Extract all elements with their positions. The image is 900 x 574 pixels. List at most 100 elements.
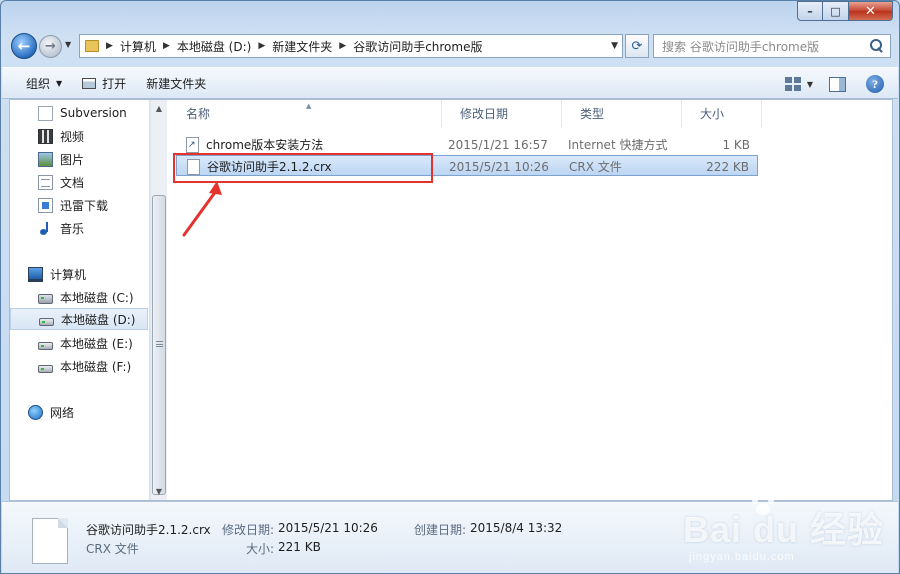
- search-placeholder[interactable]: 搜索 谷歌访问助手chrome版: [662, 38, 870, 55]
- scrollbar-thumb[interactable]: [152, 195, 166, 495]
- maximize-icon: □: [830, 4, 841, 18]
- navigation-scrollbar[interactable]: ▲ ▼: [150, 100, 167, 500]
- music-library-icon: [38, 221, 53, 236]
- file-name: chrome版本安装方法: [206, 138, 324, 152]
- close-button[interactable]: ✕: [849, 1, 893, 21]
- sidebar-item-drive-f[interactable]: 本地磁盘 (F:): [10, 355, 148, 377]
- details-file-name: 谷歌访问助手2.1.2.crx: [86, 523, 211, 537]
- help-icon[interactable]: ?: [866, 75, 884, 93]
- details-modified-value: 2015/5/21 10:26: [278, 521, 378, 535]
- details-created-value: 2015/8/4 13:32: [470, 521, 563, 535]
- sidebar-item-videos[interactable]: 视频: [10, 125, 148, 147]
- sidebar-item-label: 本地磁盘 (F:): [60, 359, 132, 374]
- scroll-up-icon[interactable]: ▲: [151, 100, 167, 117]
- annotation-highlight-box: [173, 153, 433, 183]
- address-row: ← → ▼ ▶ 计算机 ▶ 本地磁盘 (D:) ▶ 新建文件夹 ▶ 谷歌访问助手…: [9, 31, 893, 61]
- sidebar-item-label: 迅雷下载: [60, 198, 109, 213]
- sidebar-item-label: 计算机: [50, 267, 87, 282]
- dropdown-arrow-icon: ▼: [56, 78, 63, 88]
- sidebar-item-subversion[interactable]: Subversion: [10, 102, 148, 124]
- view-controls: ▼ ?: [784, 68, 884, 100]
- column-type[interactable]: 类型: [562, 100, 682, 127]
- breadcrumb-current-folder[interactable]: 谷歌访问助手chrome版: [353, 38, 482, 55]
- file-modified: 2015/1/21 16:57: [448, 137, 548, 152]
- subversion-icon: [38, 105, 53, 121]
- column-modified[interactable]: 修改日期: [442, 100, 562, 127]
- file-size: 222 KB: [706, 159, 749, 174]
- drive-icon: [38, 364, 53, 373]
- details-file-type: CRX 文件: [86, 542, 139, 556]
- sidebar-item-drive-d[interactable]: 本地磁盘 (D:): [10, 308, 148, 330]
- file-name-cell: chrome版本安装方法: [186, 134, 323, 155]
- address-bar[interactable]: ▶ 计算机 ▶ 本地磁盘 (D:) ▶ 新建文件夹 ▶ 谷歌访问助手chrome…: [79, 34, 623, 58]
- sidebar-item-label: 网络: [50, 405, 75, 420]
- breadcrumb-chevron-icon[interactable]: ▶: [258, 41, 265, 51]
- back-arrow-icon: ←: [17, 37, 31, 55]
- details-created-label: 创建日期:: [414, 523, 467, 537]
- file-modified: 2015/5/21 10:26: [449, 159, 549, 174]
- column-size[interactable]: 大小: [682, 100, 762, 127]
- breadcrumb-chevron-icon[interactable]: ▶: [339, 41, 346, 51]
- sidebar-item-label: 图片: [60, 152, 85, 167]
- back-button[interactable]: ←: [11, 33, 37, 59]
- sidebar-item-thunder-download[interactable]: 迅雷下载: [10, 194, 148, 216]
- scrollbar-grip-icon: [156, 341, 163, 347]
- maximize-button[interactable]: □: [823, 1, 849, 21]
- details-modified-label: 修改日期:: [222, 523, 275, 537]
- details-size-value: 221 KB: [278, 540, 321, 554]
- forward-arrow-icon: →: [45, 39, 56, 54]
- caption-buttons: – □ ✕: [797, 1, 893, 21]
- scroll-down-icon[interactable]: ▼: [151, 483, 167, 500]
- network-icon: [28, 404, 43, 420]
- sidebar-item-pictures[interactable]: 图片: [10, 148, 148, 170]
- folder-icon: [85, 40, 99, 52]
- breadcrumb-chevron-icon[interactable]: ▶: [106, 41, 113, 51]
- thunder-download-icon: [38, 197, 53, 213]
- explorer-window: – □ ✕ ← → ▼ ▶ 计算机 ▶ 本地磁盘 (D:) ▶ 新建文件夹 ▶ …: [0, 0, 900, 574]
- sidebar-item-music[interactable]: 音乐: [10, 217, 148, 239]
- baidu-jingyan-watermark: Bai du 经验 jingyan.baidu.com: [683, 489, 883, 574]
- sidebar-item-label: 本地磁盘 (C:): [60, 290, 134, 305]
- file-type: CRX 文件: [569, 160, 622, 174]
- minimize-button[interactable]: –: [797, 1, 823, 21]
- column-name[interactable]: 名称: [168, 100, 442, 127]
- search-icon[interactable]: [870, 39, 884, 53]
- new-folder-label: 新建文件夹: [146, 76, 207, 91]
- sidebar-item-label: 文档: [60, 175, 85, 190]
- video-library-icon: [38, 128, 53, 144]
- forward-button[interactable]: →: [39, 35, 62, 58]
- computer-icon: [28, 266, 43, 282]
- view-dropdown-icon[interactable]: ▼: [807, 80, 813, 89]
- file-row[interactable]: chrome版本安装方法 2015/1/21 16:57 Internet 快捷…: [176, 134, 758, 155]
- preview-pane-icon[interactable]: [829, 76, 846, 92]
- sidebar-item-network[interactable]: 网络: [10, 401, 148, 423]
- sidebar-item-label: 本地磁盘 (D:): [61, 312, 136, 327]
- sidebar-item-drive-e[interactable]: 本地磁盘 (E:): [10, 332, 148, 354]
- history-dropdown-icon[interactable]: ▼: [65, 40, 71, 49]
- sidebar-item-computer[interactable]: 计算机: [10, 263, 148, 285]
- sidebar-item-drive-c[interactable]: 本地磁盘 (C:): [10, 286, 148, 308]
- documents-library-icon: [38, 174, 53, 190]
- refresh-button[interactable]: ⟳: [625, 34, 649, 58]
- minimize-icon: –: [807, 4, 813, 18]
- breadcrumb-new-folder[interactable]: 新建文件夹: [272, 38, 332, 55]
- file-size: 1 KB: [722, 137, 750, 152]
- sidebar-item-documents[interactable]: 文档: [10, 171, 148, 193]
- search-box[interactable]: 搜索 谷歌访问助手chrome版: [653, 34, 891, 58]
- watermark-url: jingyan.baidu.com: [689, 551, 795, 563]
- organize-menu-button[interactable]: 组织 ▼: [16, 67, 72, 99]
- sidebar-item-label: 视频: [60, 129, 85, 144]
- breadcrumb-computer[interactable]: 计算机: [120, 38, 156, 55]
- close-icon: ✕: [865, 3, 876, 19]
- internet-shortcut-icon: [186, 136, 199, 153]
- breadcrumb-chevron-icon[interactable]: ▶: [163, 41, 170, 51]
- new-folder-button[interactable]: 新建文件夹: [136, 67, 216, 99]
- change-view-icon[interactable]: [784, 77, 801, 91]
- file-type: Internet 快捷方式: [568, 138, 668, 152]
- address-dropdown-icon[interactable]: ▼: [611, 41, 618, 51]
- open-icon: [82, 77, 97, 89]
- open-button[interactable]: 打开: [72, 67, 136, 99]
- breadcrumb-drive-d[interactable]: 本地磁盘 (D:): [177, 38, 251, 55]
- system-drive-icon: [38, 294, 53, 304]
- refresh-icon: ⟳: [631, 38, 643, 54]
